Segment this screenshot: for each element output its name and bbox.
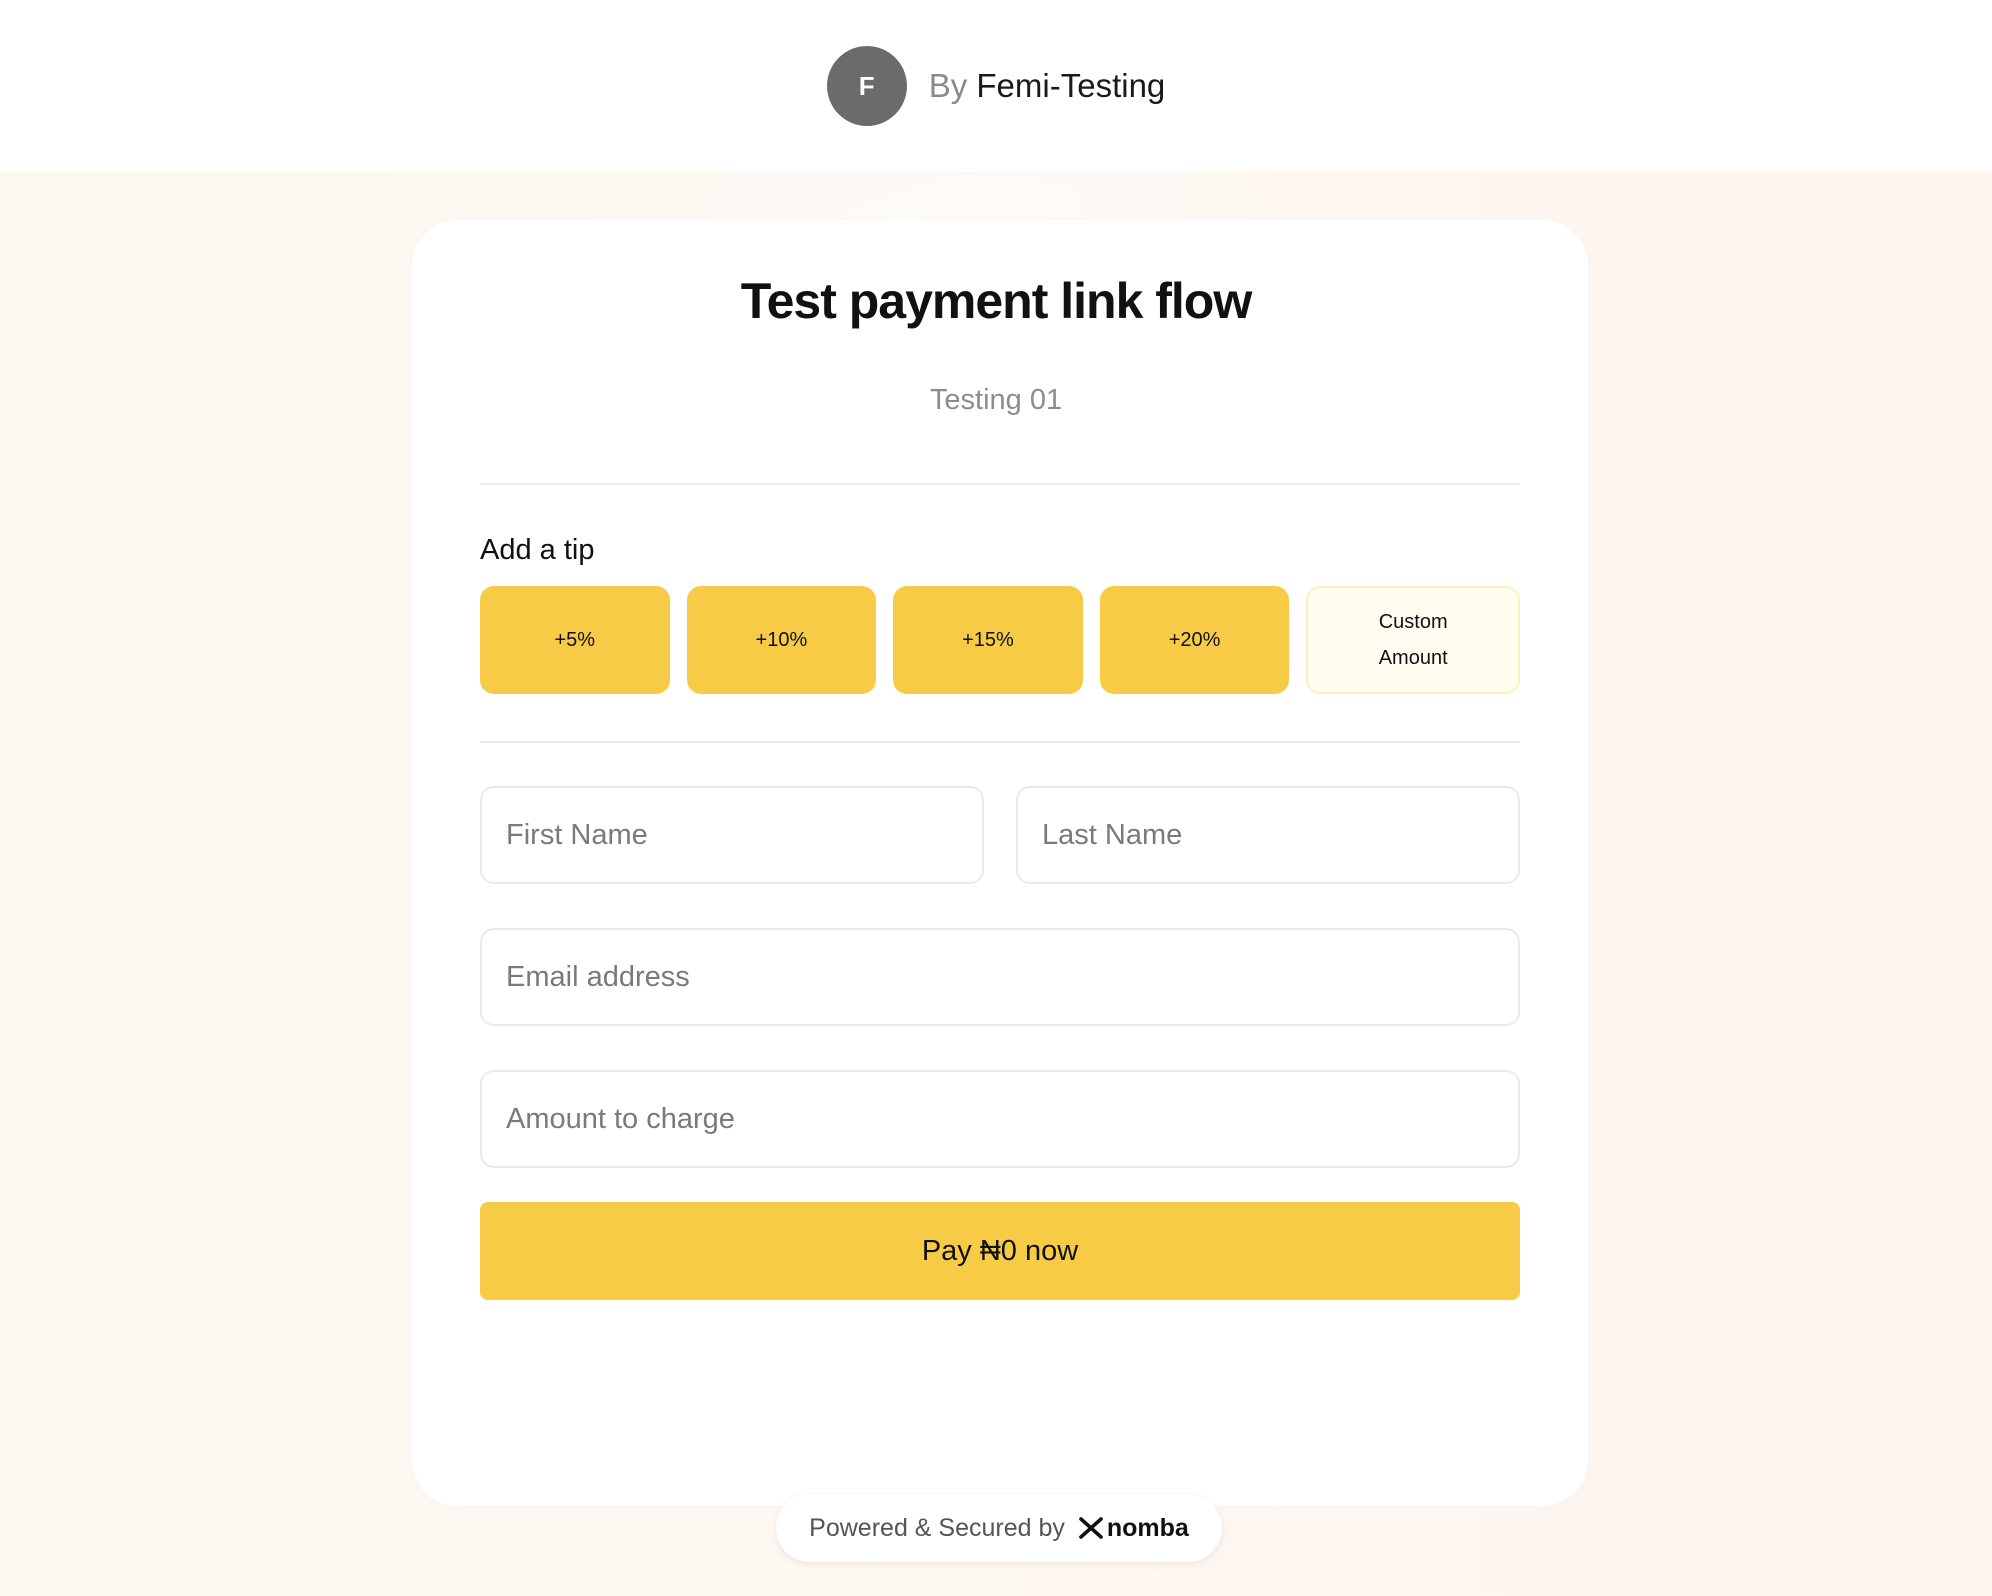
amount-input[interactable] <box>480 1070 1520 1168</box>
tip-options: +5% +10% +15% +20% Custom Amount <box>480 586 1520 694</box>
last-name-input[interactable] <box>1016 786 1520 884</box>
divider <box>480 483 1520 485</box>
merchant-header: F By Femi-Testing <box>0 0 1992 172</box>
brand-name: nomba <box>1106 1513 1189 1542</box>
custom-tip-label-line1: Custom <box>1378 611 1448 633</box>
first-name-input[interactable] <box>480 786 984 884</box>
powered-by-badge: Powered & Secured by nomba <box>776 1494 1222 1562</box>
avatar: F <box>826 46 907 126</box>
nomba-x-icon <box>1079 1517 1103 1539</box>
tip-10-button[interactable]: +10% <box>686 586 877 694</box>
powered-label: Powered & Secured by <box>809 1513 1065 1542</box>
custom-tip-label: Custom Amount <box>1379 604 1448 676</box>
page-title: Test payment link flow <box>740 273 1253 329</box>
custom-tip-label-line2: Amount <box>1378 647 1448 669</box>
email-input[interactable] <box>480 928 1520 1026</box>
merchant-name: Femi-Testing <box>976 67 1166 104</box>
page-subtitle: Testing 01 <box>929 384 1063 416</box>
divider <box>480 741 1520 743</box>
merchant-byline: By Femi-Testing <box>929 67 1166 105</box>
tip-15-button[interactable]: +15% <box>893 586 1083 694</box>
pay-button[interactable]: Pay ₦0 now <box>480 1202 1520 1300</box>
merchant-info: F By Femi-Testing <box>826 46 1166 126</box>
tip-5-button[interactable]: +5% <box>480 586 670 694</box>
nomba-logo: nomba <box>1079 1514 1189 1543</box>
tip-20-button[interactable]: +20% <box>1099 586 1290 694</box>
by-label: By <box>928 67 968 104</box>
tip-label: Add a tip <box>480 534 595 566</box>
custom-amount-tip-button[interactable]: Custom Amount <box>1306 586 1520 694</box>
